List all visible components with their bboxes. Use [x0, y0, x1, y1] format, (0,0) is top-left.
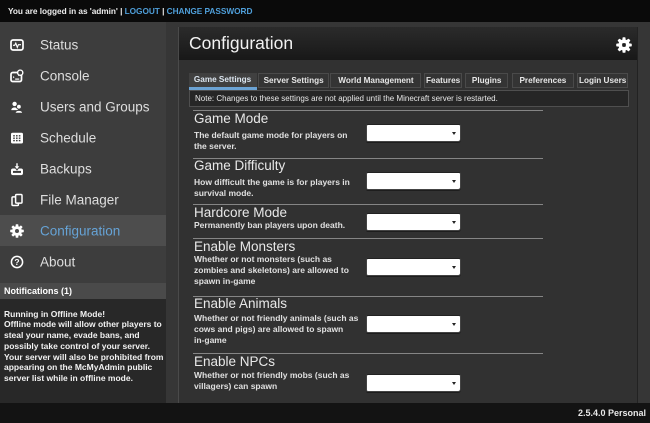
svg-text:?: ? [14, 257, 19, 267]
